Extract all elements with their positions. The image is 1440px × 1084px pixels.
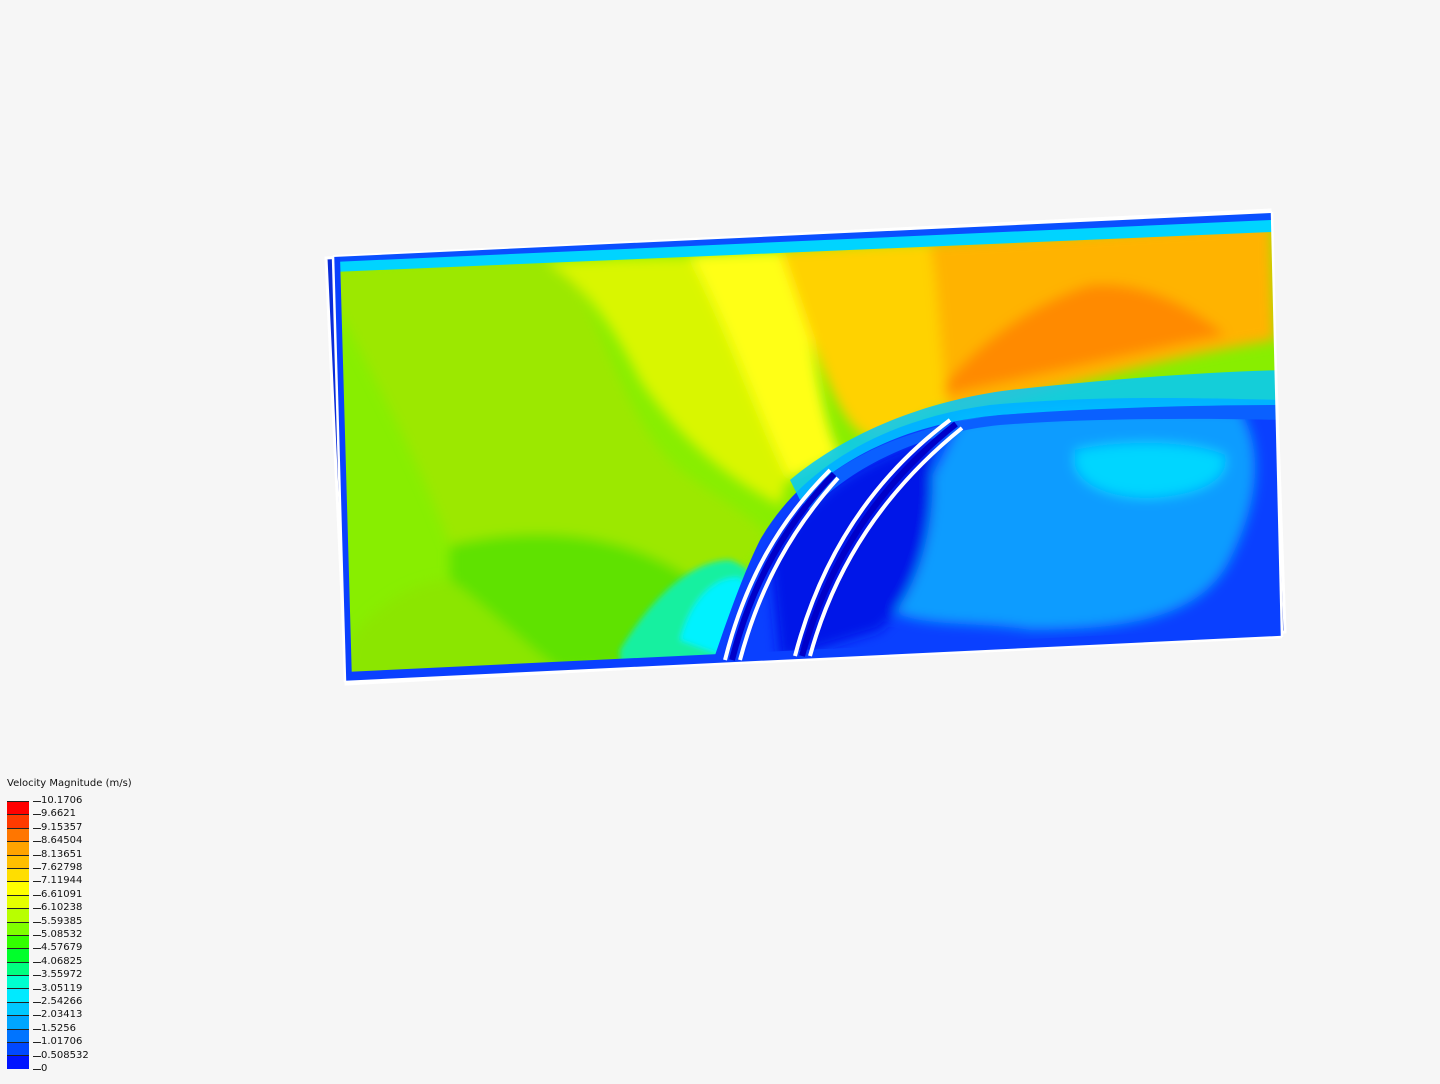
legend-tick (33, 988, 41, 990)
legend-title: Velocity Magnitude (m/s) (7, 778, 132, 789)
legend-label: 9.15357 (33, 822, 82, 834)
legend-band (7, 854, 29, 868)
legend-tick (33, 921, 41, 923)
legend-tick (33, 975, 41, 977)
legend-label: 9.6621 (33, 808, 76, 820)
legend-tick (33, 908, 41, 910)
legend-tick (33, 1069, 41, 1070)
legend-label: 5.59385 (33, 916, 82, 928)
legend-tick (33, 881, 41, 883)
legend-label: 6.10238 (33, 902, 82, 914)
legend-tick (33, 868, 41, 869)
legend-label: 8.13651 (33, 849, 82, 861)
legend-tick (33, 801, 41, 802)
legend-band (7, 921, 29, 935)
legend-label: 5.08532 (33, 929, 82, 941)
legend-band (7, 961, 29, 976)
legend-label: 1.5256 (33, 1023, 76, 1035)
legend-band (7, 801, 29, 815)
legend-tick (33, 948, 41, 950)
legend-label: 2.03413 (33, 1009, 82, 1021)
velocity-contour-plot (324, 208, 1287, 686)
legend-tick (33, 1002, 41, 1003)
color-legend: Velocity Magnitude (m/s) 10.1706 9.6621 9.… (7, 778, 207, 1078)
legend-tick (33, 1028, 41, 1030)
legend-label: 0 (33, 1063, 47, 1075)
legend-band (7, 908, 29, 922)
legend-color-bar (7, 801, 29, 1069)
legend-label: 2.54266 (33, 996, 82, 1008)
legend-band (7, 1055, 29, 1069)
legend-tick (33, 841, 41, 843)
legend-label: 4.06825 (33, 956, 82, 968)
legend-label: 6.61091 (33, 889, 82, 901)
legend-tick (33, 827, 41, 829)
simulation-viewport[interactable] (0, 0, 1440, 1080)
legend-tick (33, 1015, 41, 1017)
legend-band (7, 988, 29, 1002)
legend-tick (33, 894, 41, 896)
legend-tick (33, 1042, 41, 1044)
legend-band (7, 975, 29, 989)
legend-label: 7.11944 (33, 875, 82, 887)
legend-band (7, 814, 29, 828)
legend-label: 1.01706 (33, 1036, 82, 1048)
legend-band (7, 841, 29, 855)
legend-band (7, 881, 29, 895)
legend-band (7, 1028, 29, 1043)
legend-tick (33, 814, 41, 816)
legend-band (7, 1001, 29, 1016)
legend-tick (33, 854, 41, 856)
legend-label: 3.05119 (33, 983, 82, 995)
legend-label: 7.62798 (33, 862, 82, 874)
legend-band (7, 1015, 29, 1029)
legend-label: 0.508532 (33, 1050, 89, 1062)
legend-band (7, 934, 29, 949)
legend-band (7, 827, 29, 842)
legend-tick (33, 935, 41, 936)
legend-tick (33, 961, 41, 963)
legend-label: 10.1706 (33, 795, 82, 807)
legend-label: 8.64504 (33, 835, 82, 847)
legend-label: 3.55972 (33, 969, 82, 981)
legend-band (7, 894, 29, 909)
legend-label: 4.57679 (33, 942, 82, 954)
legend-band (7, 1042, 29, 1056)
legend-band (7, 867, 29, 882)
legend-tick (33, 1055, 41, 1057)
legend-band (7, 948, 29, 962)
